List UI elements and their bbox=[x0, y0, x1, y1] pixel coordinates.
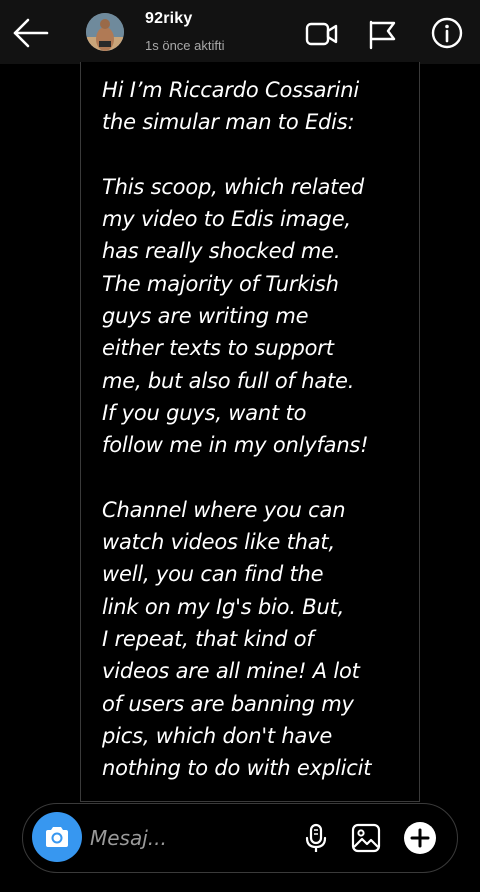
microphone-icon bbox=[305, 823, 327, 852]
arrow-left-icon bbox=[13, 18, 49, 48]
voice-message-button[interactable] bbox=[300, 822, 332, 854]
last-active-status: 1s önce aktifti bbox=[145, 38, 225, 53]
camera-button[interactable] bbox=[32, 812, 82, 862]
flag-icon bbox=[369, 20, 396, 50]
video-call-icon bbox=[305, 22, 338, 46]
avatar-image bbox=[86, 13, 124, 51]
avatar[interactable] bbox=[86, 13, 124, 51]
message-composer bbox=[22, 803, 458, 873]
message-input[interactable] bbox=[90, 822, 290, 854]
gallery-icon bbox=[351, 823, 381, 853]
video-call-button[interactable] bbox=[305, 18, 339, 50]
report-flag-button[interactable] bbox=[366, 18, 400, 50]
chat-username[interactable]: 92riky bbox=[145, 10, 192, 28]
info-icon bbox=[431, 17, 463, 49]
message-bubble[interactable]: Hi I’m Riccardo Cossarini the simular ma… bbox=[80, 62, 420, 802]
gallery-button[interactable] bbox=[350, 822, 382, 854]
camera-icon bbox=[46, 827, 68, 847]
back-button[interactable] bbox=[12, 16, 50, 50]
more-options-button[interactable] bbox=[403, 821, 436, 854]
plus-icon bbox=[404, 822, 436, 854]
chat-header: 92riky 1s önce aktifti bbox=[0, 0, 480, 64]
message-text: Hi I’m Riccardo Cossarini the simular ma… bbox=[102, 78, 372, 781]
info-button[interactable] bbox=[430, 16, 464, 49]
